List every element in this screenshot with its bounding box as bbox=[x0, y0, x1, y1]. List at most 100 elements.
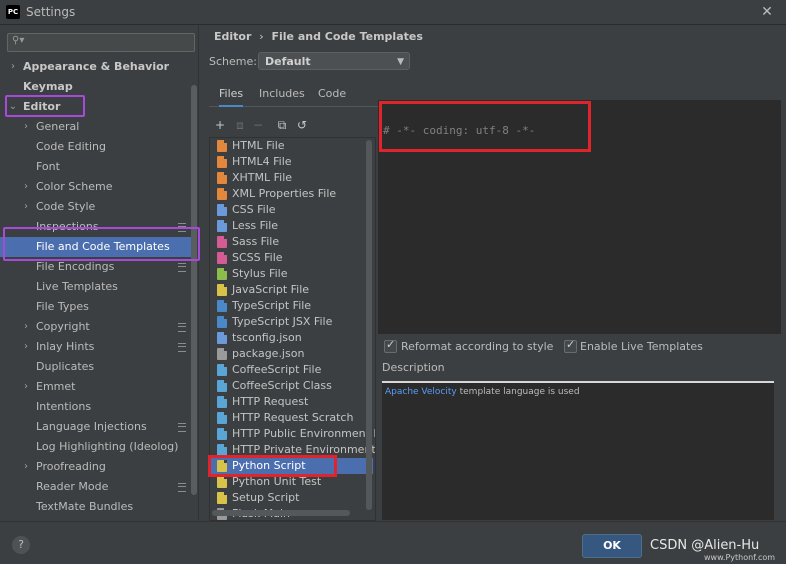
sidebar-item-label: Code Editing bbox=[36, 140, 106, 153]
file-icon bbox=[217, 332, 227, 344]
breadcrumb-separator: › bbox=[259, 30, 264, 43]
template-item[interactable]: Setup Script bbox=[210, 490, 373, 506]
scheme-label: Scheme: bbox=[209, 55, 257, 68]
ok-button[interactable]: OK bbox=[582, 534, 642, 558]
project-settings-icon bbox=[178, 423, 186, 432]
sidebar-item-color-scheme[interactable]: › Color Scheme bbox=[0, 177, 192, 197]
template-item[interactable]: package.json bbox=[210, 346, 373, 362]
template-item-label: XHTML File bbox=[232, 171, 293, 184]
template-item[interactable]: TypeScript File bbox=[210, 298, 373, 314]
tab-files[interactable]: Files bbox=[219, 84, 244, 107]
chevron-right-icon[interactable]: › bbox=[21, 117, 31, 137]
sidebar-item-code-editing[interactable]: Code Editing bbox=[0, 137, 192, 157]
template-item-label: HTTP Request bbox=[232, 395, 309, 408]
template-item[interactable]: CoffeeScript Class bbox=[210, 378, 373, 394]
duplicate-icon[interactable]: ⧈ bbox=[233, 118, 247, 132]
close-icon[interactable]: ✕ bbox=[758, 3, 776, 21]
sidebar-item-file-types[interactable]: File Types bbox=[0, 297, 192, 317]
project-settings-icon bbox=[178, 483, 186, 492]
chevron-right-icon[interactable]: › bbox=[21, 197, 31, 217]
template-item[interactable]: CSS File bbox=[210, 202, 373, 218]
templates-list-scrollbar[interactable] bbox=[366, 140, 372, 510]
sidebar-item-general[interactable]: › General bbox=[0, 117, 192, 137]
template-item-label: HTTP Public Environment File bbox=[232, 427, 376, 440]
window-title: Settings bbox=[26, 5, 76, 19]
search-input[interactable]: ⚲▾ bbox=[7, 33, 195, 52]
template-item[interactable]: HTTP Public Environment File bbox=[210, 426, 376, 442]
template-item[interactable]: JavaScript File bbox=[210, 282, 373, 298]
sidebar-item-keymap[interactable]: Keymap bbox=[0, 77, 192, 97]
chevron-down-icon: ▼ bbox=[397, 57, 404, 67]
chevron-right-icon[interactable]: › bbox=[21, 337, 31, 357]
reformat-label: Reformat according to style bbox=[401, 340, 554, 353]
description-label: Description bbox=[382, 361, 445, 374]
template-item[interactable]: HTTP Request bbox=[210, 394, 373, 410]
template-item[interactable]: HTML File bbox=[210, 138, 373, 154]
sidebar-item-label: Duplicates bbox=[36, 360, 95, 373]
chevron-right-icon[interactable]: › bbox=[21, 377, 31, 397]
project-settings-icon bbox=[178, 323, 186, 332]
file-icon bbox=[217, 348, 227, 360]
templates-list-hscrollbar[interactable] bbox=[212, 510, 350, 516]
sidebar-item-label: Appearance & Behavior bbox=[23, 60, 170, 73]
template-item-label: JavaScript File bbox=[232, 283, 310, 296]
live-templates-checkbox[interactable] bbox=[564, 338, 577, 353]
sidebar-item-duplicates[interactable]: Duplicates bbox=[0, 357, 192, 377]
sidebar-item-intentions[interactable]: Intentions bbox=[0, 397, 192, 417]
file-icon bbox=[217, 236, 227, 248]
sidebar-item-reader-mode[interactable]: Reader Mode bbox=[0, 477, 192, 497]
template-item[interactable]: HTTP Request Scratch bbox=[210, 410, 373, 426]
breadcrumb-parent[interactable]: Editor bbox=[214, 30, 251, 43]
file-templates-highlight bbox=[3, 227, 200, 261]
sidebar-item-label: Live Templates bbox=[36, 280, 118, 293]
chevron-right-icon[interactable]: › bbox=[21, 177, 31, 197]
template-item[interactable]: TypeScript JSX File bbox=[210, 314, 373, 330]
remove-template-button[interactable]: − bbox=[251, 118, 265, 132]
sidebar-item-label: Intentions bbox=[36, 400, 92, 413]
templates-toolbar: + ⧈ − ⧉ ↺ bbox=[209, 116, 372, 136]
reformat-checkbox[interactable] bbox=[384, 338, 397, 353]
velocity-link[interactable]: Apache Velocity bbox=[385, 387, 457, 397]
template-item-label: HTML4 File bbox=[232, 155, 292, 168]
tab-includes[interactable]: Includes bbox=[259, 84, 305, 105]
sidebar-item-log-highlighting-ideolog[interactable]: Log Highlighting (Ideolog) bbox=[0, 437, 192, 457]
code-highlight bbox=[379, 101, 591, 152]
template-item[interactable]: CoffeeScript File bbox=[210, 362, 373, 378]
sidebar-item-live-templates[interactable]: Live Templates bbox=[0, 277, 192, 297]
sidebar-item-language-injections[interactable]: Language Injections bbox=[0, 417, 192, 437]
copy-template-button[interactable]: ⧉ bbox=[275, 118, 289, 132]
scheme-select[interactable]: Default ▼ bbox=[258, 52, 410, 70]
template-item[interactable]: Less File bbox=[210, 218, 373, 234]
sidebar-item-label: Keymap bbox=[23, 80, 73, 93]
file-icon bbox=[217, 380, 227, 392]
chevron-right-icon[interactable]: › bbox=[8, 57, 18, 77]
file-icon bbox=[217, 364, 227, 376]
sidebar-item-textmate-bundles[interactable]: TextMate Bundles bbox=[0, 497, 192, 517]
template-item[interactable]: Sass File bbox=[210, 234, 373, 250]
template-item[interactable]: XHTML File bbox=[210, 170, 373, 186]
sidebar-item-appearance-behavior[interactable]: › Appearance & Behavior bbox=[0, 57, 192, 77]
template-item[interactable]: SCSS File bbox=[210, 250, 373, 266]
sidebar-item-label: Code Style bbox=[36, 200, 96, 213]
template-item-label: HTTP Request Scratch bbox=[232, 411, 354, 424]
sidebar-item-inlay-hints[interactable]: › Inlay Hints bbox=[0, 337, 192, 357]
sidebar-item-emmet[interactable]: › Emmet bbox=[0, 377, 192, 397]
sidebar-item-proofreading[interactable]: › Proofreading bbox=[0, 457, 192, 477]
template-item[interactable]: XML Properties File bbox=[210, 186, 373, 202]
chevron-right-icon[interactable]: › bbox=[21, 317, 31, 337]
sidebar-item-code-style[interactable]: › Code Style bbox=[0, 197, 192, 217]
help-button[interactable]: ? bbox=[12, 536, 30, 554]
template-item[interactable]: tsconfig.json bbox=[210, 330, 373, 346]
file-icon bbox=[217, 156, 227, 168]
add-template-button[interactable]: + bbox=[213, 118, 227, 132]
tab-code[interactable]: Code bbox=[318, 84, 346, 105]
template-item[interactable]: HTML4 File bbox=[210, 154, 373, 170]
sidebar-item-font[interactable]: Font bbox=[0, 157, 192, 177]
template-item[interactable]: Stylus File bbox=[210, 266, 373, 282]
chevron-right-icon[interactable]: › bbox=[21, 457, 31, 477]
file-icon bbox=[217, 300, 227, 312]
sidebar-scrollbar[interactable] bbox=[191, 85, 197, 495]
reset-template-button[interactable]: ↺ bbox=[295, 118, 309, 132]
sidebar-item-todo[interactable]: TODO bbox=[0, 517, 192, 520]
sidebar-item-copyright[interactable]: › Copyright bbox=[0, 317, 192, 337]
